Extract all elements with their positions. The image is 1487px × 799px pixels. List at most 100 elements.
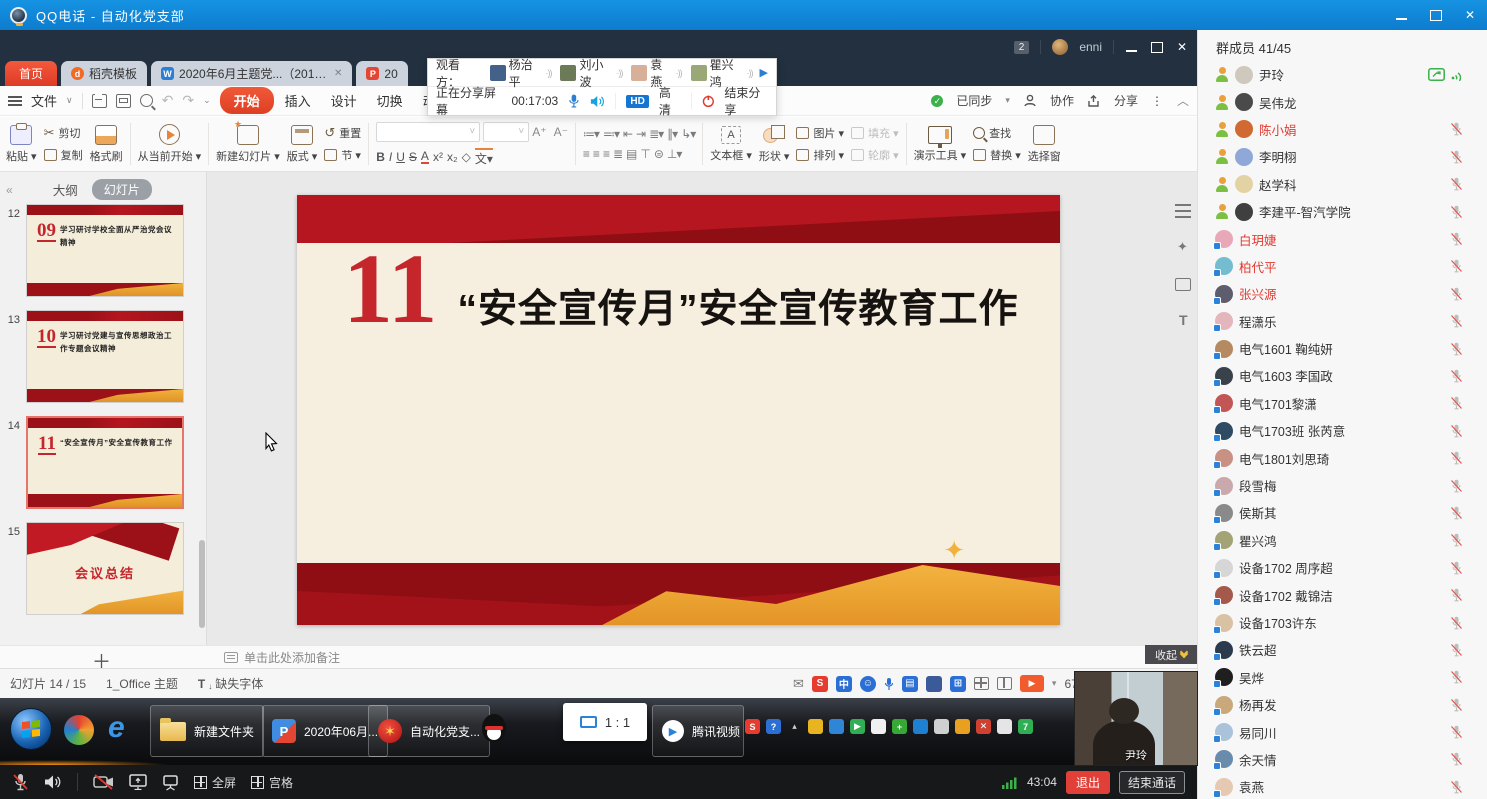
font-name-select[interactable]: ˅ xyxy=(376,122,480,142)
member-row[interactable]: 尹玲 xyxy=(1198,61,1487,88)
font-decrease-button[interactable]: A⁻ xyxy=(554,125,568,139)
speaker-icon[interactable] xyxy=(590,94,605,109)
wps-close-button[interactable]: ✕ xyxy=(1175,41,1189,53)
object-pane-icon[interactable] xyxy=(1175,278,1191,291)
properties-pane-icon[interactable] xyxy=(1175,204,1191,218)
wps-minimize-button[interactable] xyxy=(1125,41,1139,53)
mic-muted-icon[interactable] xyxy=(12,773,29,791)
member-row[interactable]: 张兴源 xyxy=(1198,280,1487,307)
share-screen-icon[interactable] xyxy=(129,774,147,790)
tray-icon[interactable] xyxy=(955,719,970,734)
collapse-ribbon-icon[interactable]: ︿ xyxy=(1177,92,1189,109)
tray-icon[interactable]: 7 xyxy=(1018,719,1033,734)
pinyin-button[interactable]: 文▾ xyxy=(475,148,493,167)
document-tab[interactable]: d W P 稻壳模板 ✕ xyxy=(61,61,147,86)
presentation-tools-button[interactable]: 演示工具 ▾ xyxy=(914,126,967,163)
camera-muted-icon[interactable] xyxy=(93,774,114,790)
wps-restore-button[interactable] xyxy=(1150,41,1164,53)
sogou-input-icon[interactable]: S xyxy=(812,676,828,692)
menu-tab[interactable]: 切换 xyxy=(368,88,412,113)
member-row[interactable]: 李明栩 xyxy=(1198,143,1487,170)
end-share-button[interactable]: 结束分享 xyxy=(724,84,768,118)
maximize-button[interactable] xyxy=(1429,9,1443,21)
member-row[interactable]: 程潇乐 xyxy=(1198,308,1487,335)
member-row[interactable]: 设备1702 周序超 xyxy=(1198,554,1487,581)
line-spacing-button[interactable]: ≣▾ xyxy=(649,127,663,141)
document-tab[interactable]: d W P 20 ✕ xyxy=(356,61,407,86)
copy-button[interactable]: 复制 xyxy=(44,147,83,163)
tray-icon[interactable]: ? xyxy=(766,719,781,734)
picture-button[interactable]: 图片 ▾ xyxy=(796,125,844,141)
qq-taskbar-icon[interactable] xyxy=(482,714,506,742)
bullets-button[interactable]: ≔▾ xyxy=(583,127,599,141)
skin-icon[interactable] xyxy=(926,676,942,692)
tray-icon[interactable]: ▶ xyxy=(850,719,865,734)
numbering-button[interactable]: ≕▾ xyxy=(603,127,619,141)
font-size-select[interactable]: ˅ xyxy=(483,122,529,142)
superscript-button[interactable]: x² xyxy=(433,150,443,164)
font-increase-button[interactable]: A⁺ xyxy=(532,125,546,139)
hamburger-menu-icon[interactable] xyxy=(8,96,22,106)
slide-thumbnail[interactable]: 09 学习研讨学校全面从严治党会议精神 学习研讨学校全面从严治党会议精神 xyxy=(26,204,184,297)
more-viewers-arrow[interactable]: ▶ xyxy=(760,66,768,79)
justify-button[interactable]: ≣ xyxy=(613,147,622,161)
align-bottom-button[interactable]: ⊥▾ xyxy=(667,147,681,161)
member-row[interactable]: 电气1701黎潇 xyxy=(1198,390,1487,417)
normal-view-icon[interactable] xyxy=(974,677,989,690)
bold-button[interactable]: B xyxy=(376,150,385,164)
tab-overflow-badge[interactable]: 2 xyxy=(1014,41,1030,54)
collapse-overlay-button[interactable]: 收起 xyxy=(1145,645,1197,664)
tray-icon[interactable] xyxy=(913,719,928,734)
close-button[interactable]: ✕ xyxy=(1463,9,1477,21)
slide-thumbnail-item[interactable]: 15 会议总结 会议总结 xyxy=(0,522,206,615)
collaborate-label[interactable]: 协作 xyxy=(1050,92,1074,109)
member-row[interactable]: 吴烨 xyxy=(1198,664,1487,691)
file-menu[interactable]: 文件 xyxy=(31,91,57,110)
textbox-button[interactable]: A文本框 ▾ xyxy=(710,126,752,163)
projector-icon[interactable] xyxy=(162,774,179,791)
member-row[interactable]: 瞿兴鸿 xyxy=(1198,527,1487,554)
mic-icon[interactable] xyxy=(568,93,580,109)
align-center-button[interactable]: ≡ xyxy=(593,147,599,161)
play-from-current-button[interactable]: 从当前开始 ▾ xyxy=(138,124,202,164)
thumbnail-scrollbar[interactable] xyxy=(199,540,205,628)
reset-button[interactable]: ↺重置 xyxy=(324,125,361,141)
font-color-button[interactable]: A xyxy=(421,151,429,164)
member-row[interactable]: 柏代平 xyxy=(1198,253,1487,280)
account-avatar[interactable] xyxy=(1052,39,1068,55)
tray-icon[interactable] xyxy=(829,719,844,734)
document-tab[interactable]: d W P 2020年6月主题党...（2019.6.4） ✕ xyxy=(151,61,352,86)
hd-label[interactable]: 高清 xyxy=(659,84,681,118)
tray-icon[interactable] xyxy=(808,719,823,734)
menu-tab[interactable]: 设计 xyxy=(322,88,366,113)
collapse-panel-icon[interactable]: « xyxy=(6,183,13,197)
member-row[interactable]: 侯斯其 xyxy=(1198,499,1487,526)
member-row[interactable]: 余天情 xyxy=(1198,746,1487,773)
slideshow-button[interactable]: ▶ xyxy=(1020,675,1044,692)
member-row[interactable]: 陈小娟 xyxy=(1198,116,1487,143)
format-painter-button[interactable]: 格式刷 xyxy=(90,125,123,164)
align-middle-button[interactable]: ⊜ xyxy=(654,147,663,161)
menu-tab[interactable]: 插入 xyxy=(276,88,320,113)
notes-placeholder[interactable]: 单击此处添加备注 xyxy=(244,649,340,666)
mail-icon[interactable]: ✉ xyxy=(793,676,804,692)
internet-explorer-icon[interactable]: e xyxy=(108,711,125,745)
paste-button[interactable]: 粘贴 ▾ xyxy=(6,125,37,164)
layout-button[interactable]: 版式 ▾ xyxy=(287,125,318,164)
indent-increase-button[interactable]: ⇥ xyxy=(636,127,645,141)
more-menu-icon[interactable]: ⋮ xyxy=(1151,94,1164,108)
replace-button[interactable]: 替换 ▾ xyxy=(973,147,1021,163)
member-row[interactable]: 电气1603 李国政 xyxy=(1198,362,1487,389)
start-button[interactable] xyxy=(10,708,52,750)
slides-tab[interactable]: 幻灯片 xyxy=(92,179,152,200)
effects-pane-icon[interactable] xyxy=(1175,241,1191,255)
slide-thumbnail-item[interactable]: 14 11 “安全宣传月”安全宣传教育工作 “安全宣传月”安全宣传教育工作 xyxy=(0,416,206,509)
input-lang-icon[interactable]: 中 xyxy=(836,676,852,692)
webcam-preview[interactable]: 尹玲 xyxy=(1075,672,1197,765)
share-label[interactable]: 分享 xyxy=(1114,92,1138,109)
tray-icon[interactable]: ▴ xyxy=(787,719,802,734)
member-row[interactable]: 电气1601 鞠纯妍 xyxy=(1198,335,1487,362)
tray-icon[interactable] xyxy=(997,719,1012,734)
voice-input-icon[interactable] xyxy=(884,677,894,691)
redo-icon[interactable]: ↷ xyxy=(182,92,194,109)
